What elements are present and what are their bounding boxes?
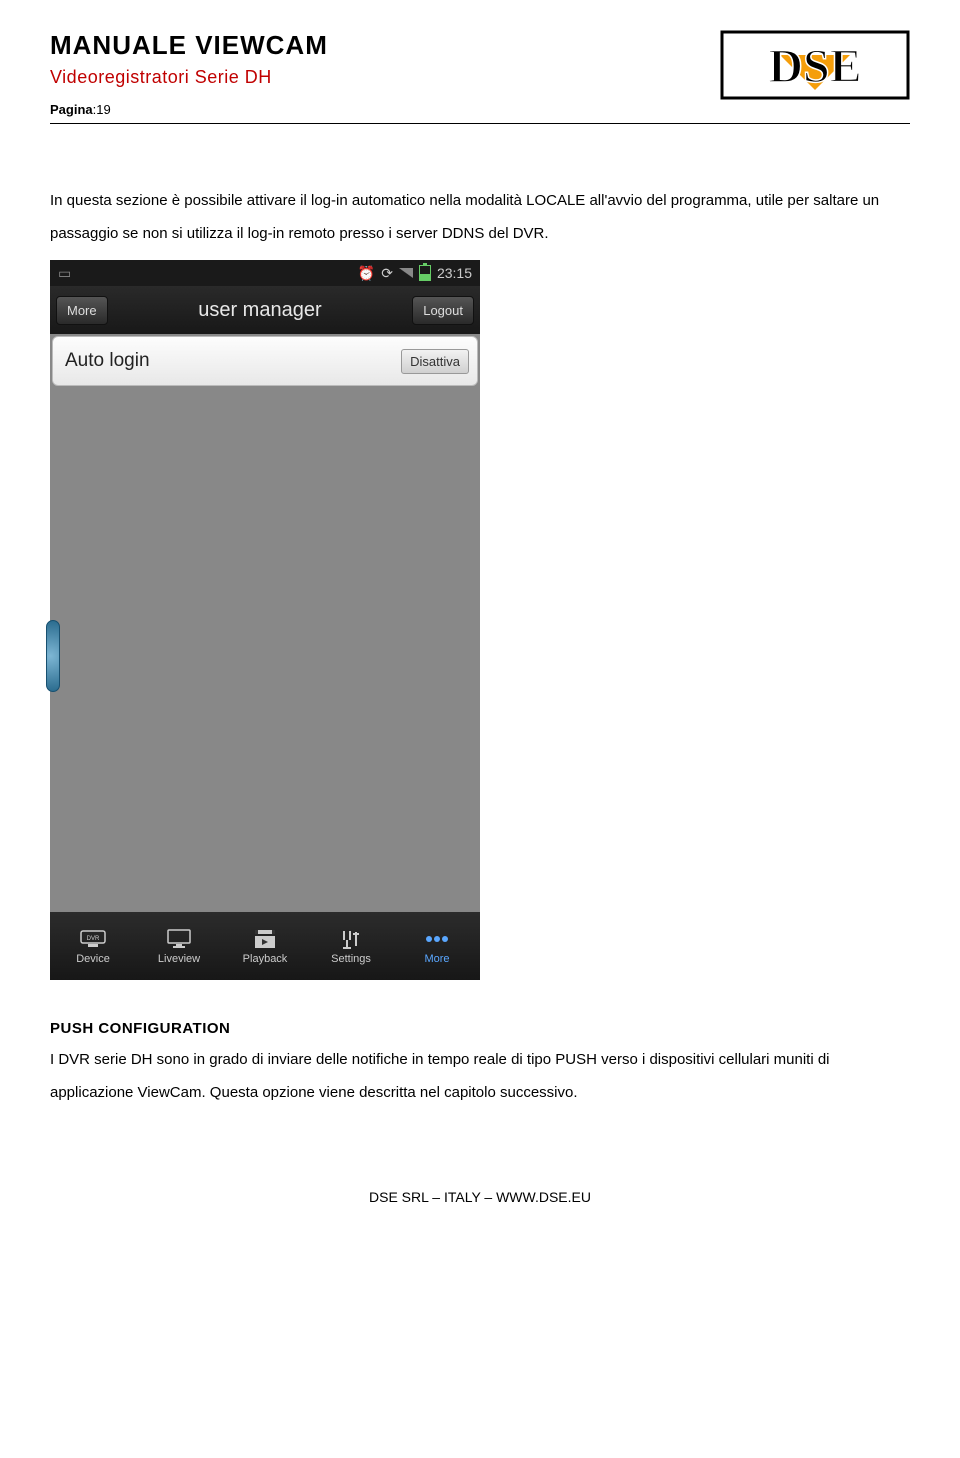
photo-icon: ▭ — [58, 265, 71, 282]
alarm-icon: ⏰ — [358, 265, 375, 282]
page-footer: DSE SRL – ITALY – WWW.DSE.EU — [50, 1189, 910, 1205]
settings-icon — [337, 927, 365, 951]
tab-label: More — [424, 953, 449, 965]
more-button[interactable]: More — [56, 296, 108, 325]
paragraph-intro: In questa sezione è possibile attivare i… — [50, 184, 910, 250]
tab-label: Device — [76, 953, 110, 965]
svg-text:DVR: DVR — [87, 936, 100, 942]
logout-button[interactable]: Logout — [412, 296, 474, 325]
tab-label: Settings — [331, 953, 371, 965]
auto-login-toggle[interactable]: Disattiva — [401, 349, 469, 374]
tab-settings[interactable]: Settings — [308, 912, 394, 980]
app-topbar: More user manager Logout — [50, 286, 480, 334]
more-icon — [423, 927, 451, 951]
tab-label: Liveview — [158, 953, 200, 965]
tab-liveview[interactable]: Liveview — [136, 912, 222, 980]
status-bar: ▭ ⏰ ⟳ 23:15 — [50, 260, 480, 286]
tab-more[interactable]: More — [394, 912, 480, 980]
signal-icon — [399, 268, 413, 278]
page-num-value: :19 — [93, 102, 111, 117]
page-number: Pagina:19 — [50, 102, 328, 117]
push-config-heading: PUSH CONFIGURATION — [50, 1020, 910, 1037]
monitor-icon — [165, 927, 193, 951]
dse-logo: DSE — [720, 30, 910, 100]
page-label: Pagina — [50, 102, 93, 117]
tab-playback[interactable]: Playback — [222, 912, 308, 980]
sync-icon: ⟳ — [381, 265, 393, 282]
device-icon: DVR — [79, 927, 107, 951]
phone-screenshot: ▭ ⏰ ⟳ 23:15 More user manager Logout Aut… — [50, 260, 480, 980]
screen-title: user manager — [198, 299, 321, 322]
side-drawer-handle[interactable] — [46, 620, 60, 692]
tab-device[interactable]: DVR Device — [50, 912, 136, 980]
manual-subtitle: Videoregistratori Serie DH — [50, 67, 328, 88]
battery-icon — [419, 265, 431, 281]
header-divider — [50, 123, 910, 124]
bottom-tabbar: DVR Device Liveview Playback Settings Mo… — [50, 912, 480, 980]
push-config-body: I DVR serie DH sono in grado di inviare … — [50, 1043, 910, 1109]
manual-title: MANUALE VIEWCAM — [50, 30, 328, 61]
svg-text:DSE: DSE — [768, 40, 861, 93]
status-time: 23:15 — [437, 265, 472, 281]
auto-login-row: Auto login Disattiva — [52, 336, 478, 386]
auto-login-label: Auto login — [65, 350, 150, 372]
tab-label: Playback — [243, 953, 288, 965]
playback-icon — [251, 927, 279, 951]
